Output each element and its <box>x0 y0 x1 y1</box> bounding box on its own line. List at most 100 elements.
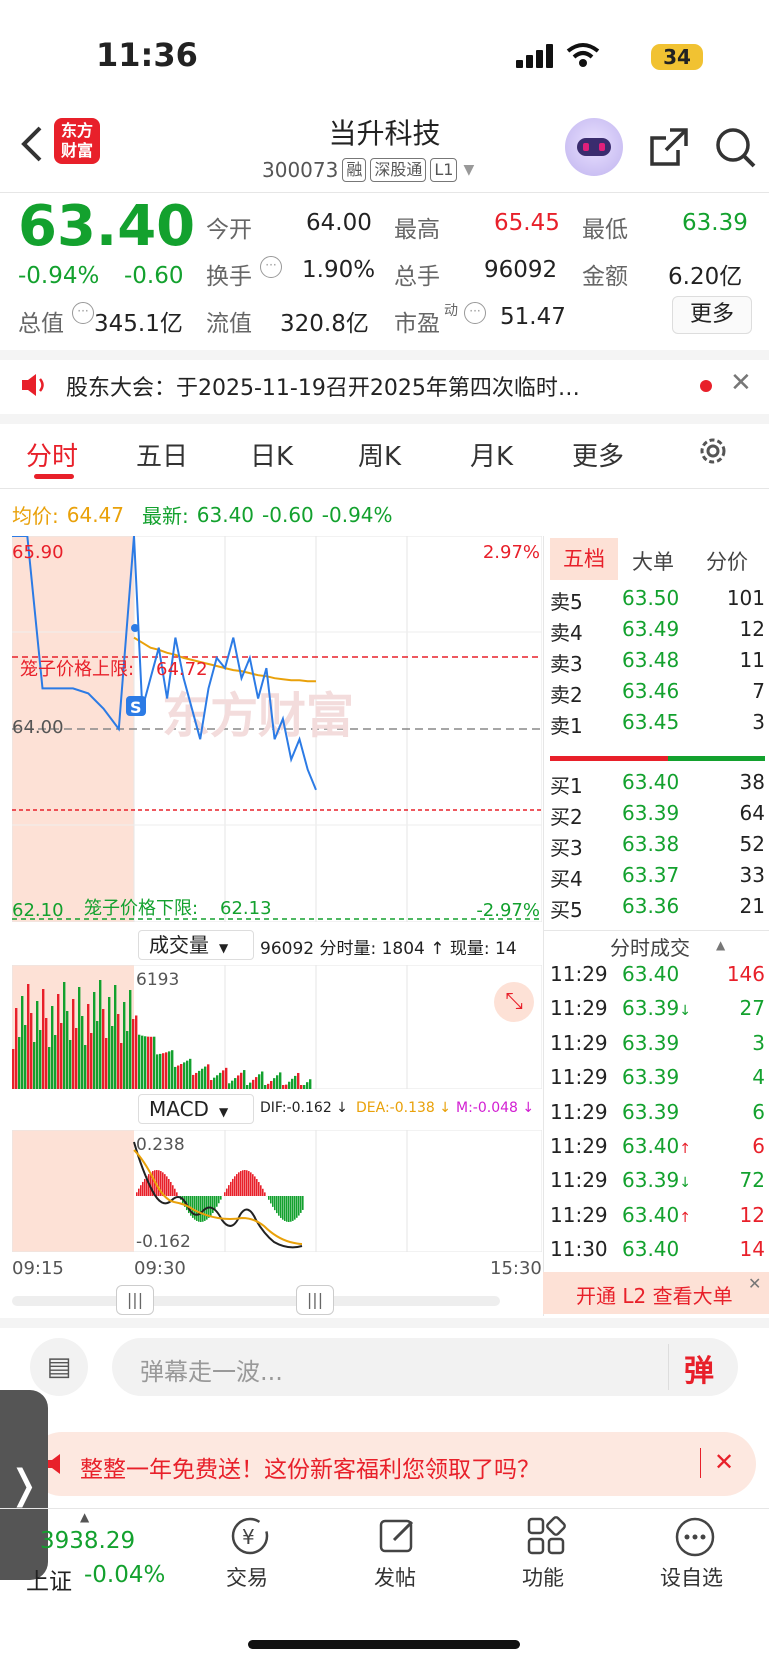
tick-time: 11:29 <box>550 1134 608 1158</box>
tab-five-day[interactable]: 五日 <box>136 436 188 473</box>
volume-bar <box>99 980 102 1089</box>
chg-value: -0.60 <box>262 502 314 527</box>
sell-level-row[interactable]: 卖4 63.49 12 <box>550 617 765 649</box>
level-volume: 52 <box>739 832 765 856</box>
volume-bar <box>213 1077 216 1089</box>
macd-bar <box>242 1170 244 1196</box>
buy-level-row[interactable]: 买4 63.37 33 <box>550 863 765 895</box>
more-button[interactable]: 更多 <box>672 296 752 334</box>
volume-bar <box>168 1051 171 1089</box>
change-amount: -0.60 <box>124 263 184 289</box>
close-icon[interactable]: ✕ <box>730 368 752 398</box>
share-icon[interactable] <box>648 126 690 168</box>
buy-level-row[interactable]: 买2 63.39 64 <box>550 801 765 833</box>
index-change[interactable]: -0.04% <box>84 1562 165 1588</box>
macd-bar <box>240 1171 242 1196</box>
tick-price: 63.40↑ <box>622 1202 691 1227</box>
volume-bar <box>117 1014 120 1089</box>
close-icon[interactable]: ✕ <box>748 1274 761 1293</box>
volume-max-label: 6193 <box>136 970 179 990</box>
volume-bar <box>306 1082 309 1089</box>
chevron-up-icon[interactable]: ▲ <box>716 938 725 952</box>
nav-post[interactable]: 发帖 <box>374 1562 416 1592</box>
macd-indicator-select[interactable]: MACD ▼ <box>138 1094 254 1124</box>
announcement-text[interactable]: 股东大会：于2025-11-19召开2025年第四次临时… <box>66 370 666 402</box>
buy-level-row[interactable]: 买5 63.36 21 <box>550 894 765 926</box>
expand-icon[interactable]: ⤡ <box>494 982 534 1022</box>
cellular-signal-icon <box>516 44 553 68</box>
sell-level-row[interactable]: 卖2 63.46 7 <box>550 679 765 711</box>
level-price: 63.45 <box>622 710 680 734</box>
index-value[interactable]: 3938.29 <box>40 1528 135 1554</box>
close-icon[interactable]: ✕ <box>714 1448 734 1476</box>
volume-bar <box>156 1054 159 1089</box>
sell-level-row[interactable]: 卖1 63.45 3 <box>550 710 765 742</box>
tick-row: 11:29 63.40↑ 12 <box>550 1203 765 1237</box>
range-slider-left-handle[interactable]: ||| <box>116 1285 154 1315</box>
macd-bar <box>236 1174 238 1196</box>
volume-bar <box>171 1050 174 1089</box>
level-price: 63.48 <box>622 648 680 672</box>
functions-grid-icon[interactable] <box>526 1516 566 1556</box>
assistant-avatar[interactable] <box>565 118 623 176</box>
macd-bar <box>250 1172 252 1196</box>
index-expand-icon[interactable]: ▲ <box>80 1510 89 1524</box>
intraday-chart[interactable]: 东方财富 S 65.90 64.00 62.10 2.97% -2.97% 笼子… <box>12 536 542 922</box>
macd-bar <box>226 1188 228 1196</box>
sell-level-row[interactable]: 卖3 63.48 11 <box>550 648 765 680</box>
last-label: 最新: <box>142 504 189 528</box>
nav-watchlist[interactable]: 设自选 <box>660 1562 723 1592</box>
tick-price: 63.40↑ <box>622 1134 691 1158</box>
post-icon[interactable] <box>378 1516 418 1556</box>
danmaku-send-button[interactable]: 弹 <box>684 1346 714 1390</box>
settings-gear-icon[interactable] <box>696 434 730 468</box>
tick-time: 11:29 <box>550 996 608 1021</box>
time-label-start: 09:15 <box>12 1258 64 1279</box>
pe-label: 市盈 <box>394 311 440 337</box>
pe-sup: 动 <box>444 303 458 319</box>
macd-bar <box>274 1196 276 1211</box>
volume-bar <box>153 1036 156 1089</box>
range-slider-track[interactable] <box>12 1296 500 1306</box>
tab-daily-k[interactable]: 日K <box>250 436 293 473</box>
sell-level-row[interactable]: 卖5 63.50 101 <box>550 586 765 618</box>
volume-bar <box>27 984 30 1089</box>
tab-big-order[interactable]: 大单 <box>632 546 674 576</box>
volume-indicator-select[interactable]: 成交量 ▼ <box>138 930 254 960</box>
tab-weekly-k[interactable]: 周K <box>358 436 401 473</box>
info-dots-icon[interactable]: ··· <box>72 302 94 324</box>
index-name[interactable]: 上证 <box>26 1562 72 1596</box>
tab-intraday[interactable]: 分时 <box>26 436 78 473</box>
l2-upgrade-link[interactable]: 开通 L2 查看大单 <box>576 1280 733 1309</box>
tab-price-dist[interactable]: 分价 <box>706 546 748 576</box>
more-dots-icon[interactable] <box>674 1516 716 1558</box>
buy-level-row[interactable]: 买3 63.38 52 <box>550 832 765 864</box>
volume-bar <box>126 1031 129 1089</box>
volume-bar <box>282 1085 285 1089</box>
buy-level-row[interactable]: 买1 63.40 38 <box>550 770 765 802</box>
tab-more[interactable]: 更多 <box>572 436 624 473</box>
macd-top-label: 0.238 <box>136 1135 185 1155</box>
tick-title[interactable]: 分时成交 <box>610 932 690 961</box>
tab-monthly-k[interactable]: 月K <box>470 436 513 473</box>
tick-time: 11:29 <box>550 962 608 986</box>
nav-functions[interactable]: 功能 <box>522 1562 564 1592</box>
low-value: 63.39 <box>682 210 748 236</box>
search-icon[interactable] <box>714 126 758 170</box>
chevron-down-icon[interactable]: ▼ <box>463 162 474 178</box>
tick-time: 11:30 <box>550 1237 608 1262</box>
nav-trade[interactable]: 交易 <box>226 1562 268 1592</box>
danmaku-toggle-icon[interactable]: ▤ <box>30 1338 88 1396</box>
info-dots-icon[interactable]: ··· <box>260 256 282 278</box>
volume-bar <box>216 1075 219 1089</box>
tab-level5[interactable]: 五档 <box>550 538 618 580</box>
trade-icon[interactable]: ¥ <box>228 1516 272 1556</box>
change-percent: -0.94% <box>18 263 100 289</box>
range-slider-right-handle[interactable]: ||| <box>296 1285 334 1315</box>
level-volume: 3 <box>752 710 765 734</box>
promo-text[interactable]: 整整一年免费送！这份新客福利您领取了吗？ <box>80 1450 540 1484</box>
price-point-marker <box>131 624 139 632</box>
info-dots-icon[interactable]: ··· <box>464 302 486 324</box>
battery-icon: 34 <box>651 44 703 70</box>
level-volume: 21 <box>739 894 765 918</box>
